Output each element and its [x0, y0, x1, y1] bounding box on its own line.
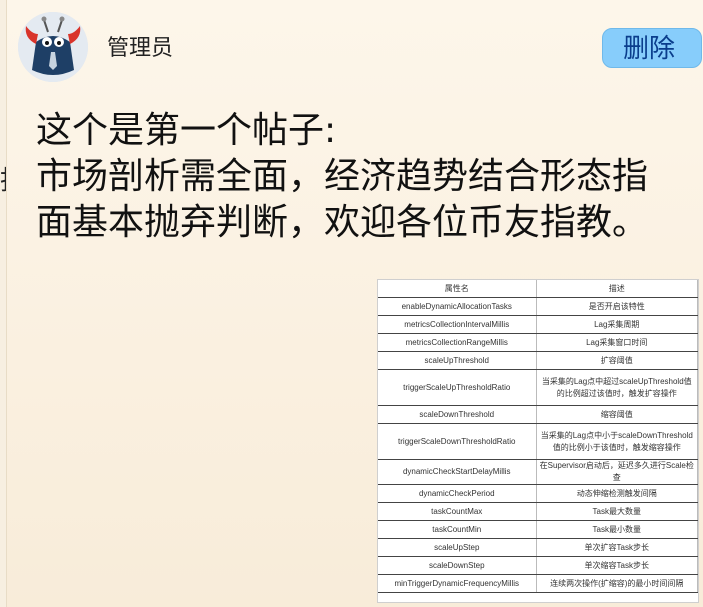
table-row: dynamicCheckStartDelayMillis 在Supervisor启… — [378, 459, 698, 485]
table-row: taskCountMax Task最大数量 — [378, 502, 698, 521]
table-row: scaleDownThreshold 缩容阈值 — [378, 405, 698, 424]
property-description-cell: Lag采集窗口时间 — [536, 333, 698, 352]
table-row: triggerScaleUpThresholdRatio 当采集的Lag点中超过s… — [378, 369, 698, 406]
table-row: scaleUpStep 单次扩容Task步长 — [378, 538, 698, 557]
property-name-cell: triggerScaleDownThresholdRatio — [378, 423, 537, 460]
table-row: metricsCollectionRangeMillis Lag采集窗口时间 — [378, 333, 698, 352]
property-name-cell: minTriggerDynamicFrequencyMillis — [378, 574, 537, 593]
table-row: metricsCollectionIntervalMillis Lag采集周期 — [378, 315, 698, 334]
column-header: 描述 — [536, 280, 698, 298]
property-description-cell: 单次缩容Task步长 — [536, 556, 698, 575]
property-description-cell: 当采集的Lag点中小于scaleDownThreshold值的比例小于该值时，触… — [536, 423, 698, 460]
post-line: 这个是第一个帖子: — [36, 110, 337, 151]
property-name-cell: dynamicCheckPeriod — [378, 484, 537, 503]
property-description-cell: 连续两次操作(扩缩容)的最小时间间隔 — [536, 574, 698, 593]
column-header: 属性名 — [378, 280, 537, 298]
property-description-cell: 当采集的Lag点中超过scaleUpThreshold值的比例超过该值时，触发扩… — [536, 369, 698, 406]
post-line: 面基本抛弃判断，欢迎各位币友指教。 — [36, 202, 649, 243]
property-name-cell: taskCountMax — [378, 502, 537, 521]
property-description-cell: 单次扩容Task步长 — [536, 538, 698, 557]
property-name-cell: triggerScaleUpThresholdRatio — [378, 369, 537, 406]
table-row: enableDynamicAllocationTasks 是否开启该特性 — [378, 297, 698, 316]
table-row: scaleUpThreshold 扩容阈值 — [378, 351, 698, 370]
property-name-cell: dynamicCheckStartDelayMillis — [378, 459, 537, 485]
post-image-table[interactable]: 属性名 描述 enableDynamicAllocationTasks 是否开启该… — [377, 279, 699, 603]
property-name-cell: metricsCollectionIntervalMillis — [378, 315, 537, 334]
property-name-cell: scaleUpStep — [378, 538, 537, 557]
post-line: 市场剖析需全面，经济趋势结合形态指 — [36, 156, 649, 197]
property-name-cell: taskCountMin — [378, 520, 537, 539]
table-row: minTriggerDynamicFrequencyMillis 连续两次操作(扩… — [378, 574, 698, 593]
mascot-avatar-icon — [18, 12, 88, 82]
property-description-cell: Lag采集周期 — [536, 315, 698, 334]
table-row: taskCountMin Task最小数量 — [378, 520, 698, 539]
property-name-cell: scaleDownThreshold — [378, 405, 537, 424]
post-content: 这个是第一个帖子: 市场剖析需全面，经济趋势结合形态指 面基本抛弃判断，欢迎各位… — [36, 108, 696, 246]
property-description-cell: 是否开启该特性 — [536, 297, 698, 316]
property-name-cell: metricsCollectionRangeMillis — [378, 333, 537, 352]
username[interactable]: 管理员 — [107, 30, 173, 62]
user-avatar[interactable] — [18, 12, 88, 82]
table-row: dynamicCheckPeriod 动态伸缩检测触发间隔 — [378, 484, 698, 503]
property-table: 属性名 描述 enableDynamicAllocationTasks 是否开启该… — [378, 280, 698, 593]
property-name-cell: enableDynamicAllocationTasks — [378, 297, 537, 316]
property-description-cell: 缩容阈值 — [536, 405, 698, 424]
property-description-cell: Task最大数量 — [536, 502, 698, 521]
property-description-cell: 在Supervisor启动后，延迟多久进行Scale检查 — [536, 459, 698, 485]
table-header-row: 属性名 描述 — [378, 280, 698, 298]
property-description-cell: Task最小数量 — [536, 520, 698, 539]
property-name-cell: scaleDownStep — [378, 556, 537, 575]
delete-button[interactable]: 删除 — [602, 28, 702, 68]
property-description-cell: 动态伸缩检测触发间隔 — [536, 484, 698, 503]
property-description-cell: 扩容阈值 — [536, 351, 698, 370]
property-name-cell: scaleUpThreshold — [378, 351, 537, 370]
table-row: triggerScaleDownThresholdRatio 当采集的Lag点中小… — [378, 423, 698, 460]
table-row: scaleDownStep 单次缩容Task步长 — [378, 556, 698, 575]
table-body: enableDynamicAllocationTasks 是否开启该特性 metri… — [378, 297, 698, 593]
